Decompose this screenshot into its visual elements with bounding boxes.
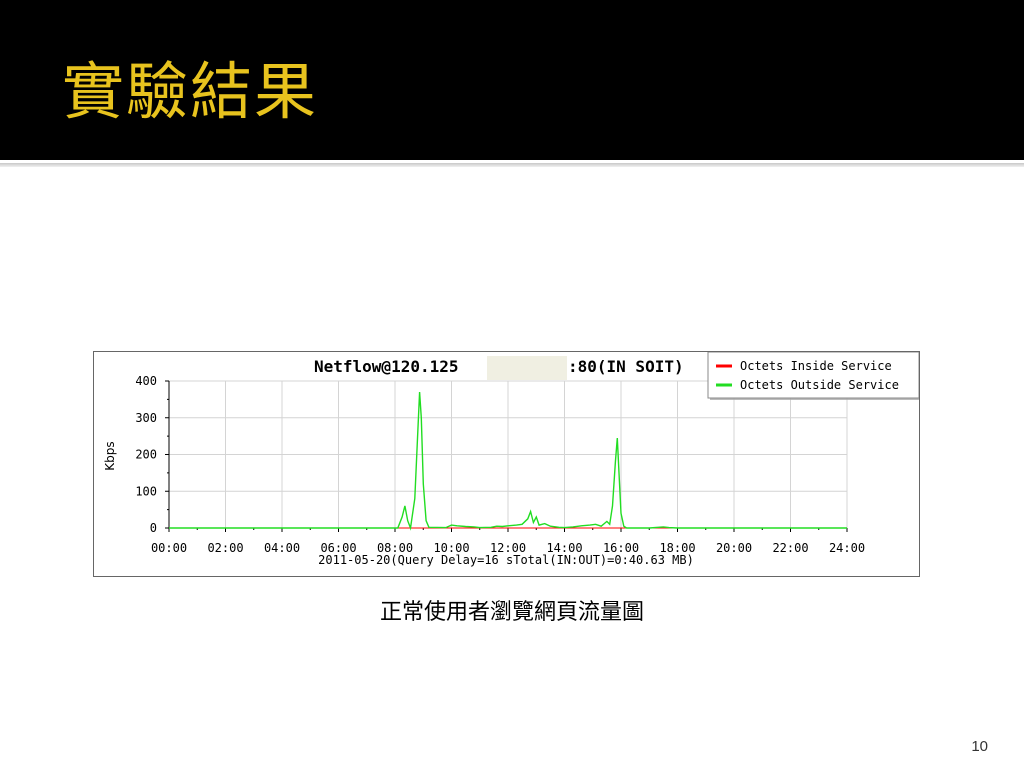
slide-title: 實驗結果 bbox=[62, 55, 319, 128]
page-number: 10 bbox=[971, 738, 988, 755]
x-tick-label-1: 02:00 bbox=[207, 541, 243, 555]
x-tick-label-11: 22:00 bbox=[772, 541, 808, 555]
y-tick-label-1: 100 bbox=[135, 484, 157, 498]
x-tick-label-2: 04:00 bbox=[264, 541, 300, 555]
x-axis-label: 2011-05-20(Query Delay=16 sTotal(IN:OUT)… bbox=[318, 553, 694, 567]
chart-caption: 正常使用者瀏覽網頁流量圖 bbox=[379, 600, 644, 625]
chart-title: Netflow@120.125 :80(IN SOIT) bbox=[314, 356, 684, 380]
y-tick-label-3: 300 bbox=[135, 411, 157, 425]
netflow-chart: 0100200300400 00:00 02:00 04:00 06:00 08:00 1… bbox=[103, 352, 919, 567]
redacted-address-block bbox=[487, 356, 567, 380]
chart-title-suffix: :80(IN SOIT) bbox=[568, 357, 684, 376]
x-tick-label-10: 20:00 bbox=[716, 541, 752, 555]
netflow-chart-frame: 0 100 200 300 400 00:00 02:00 04:00 06:00 08:00 1… bbox=[93, 351, 920, 577]
chart-title-prefix: Netflow@120.125 bbox=[314, 357, 459, 376]
y-tick-labels: 0 100 200 300 400 bbox=[135, 374, 157, 535]
legend: Octets Inside Service Octets Outside Ser… bbox=[707, 352, 919, 400]
title-divider bbox=[0, 163, 1024, 167]
y-tick-label-0: 0 bbox=[150, 521, 157, 535]
legend-label-inside: Octets Inside Service bbox=[740, 359, 892, 373]
legend-label-outside: Octets Outside Service bbox=[740, 378, 899, 392]
x-tick-label-12: 24:00 bbox=[829, 541, 865, 555]
y-axis-label: Kbps bbox=[103, 441, 117, 470]
y-tick-label-4: 400 bbox=[135, 374, 157, 388]
x-tick-label-0: 00:00 bbox=[151, 541, 187, 555]
y-tick-label-2: 200 bbox=[135, 448, 157, 462]
